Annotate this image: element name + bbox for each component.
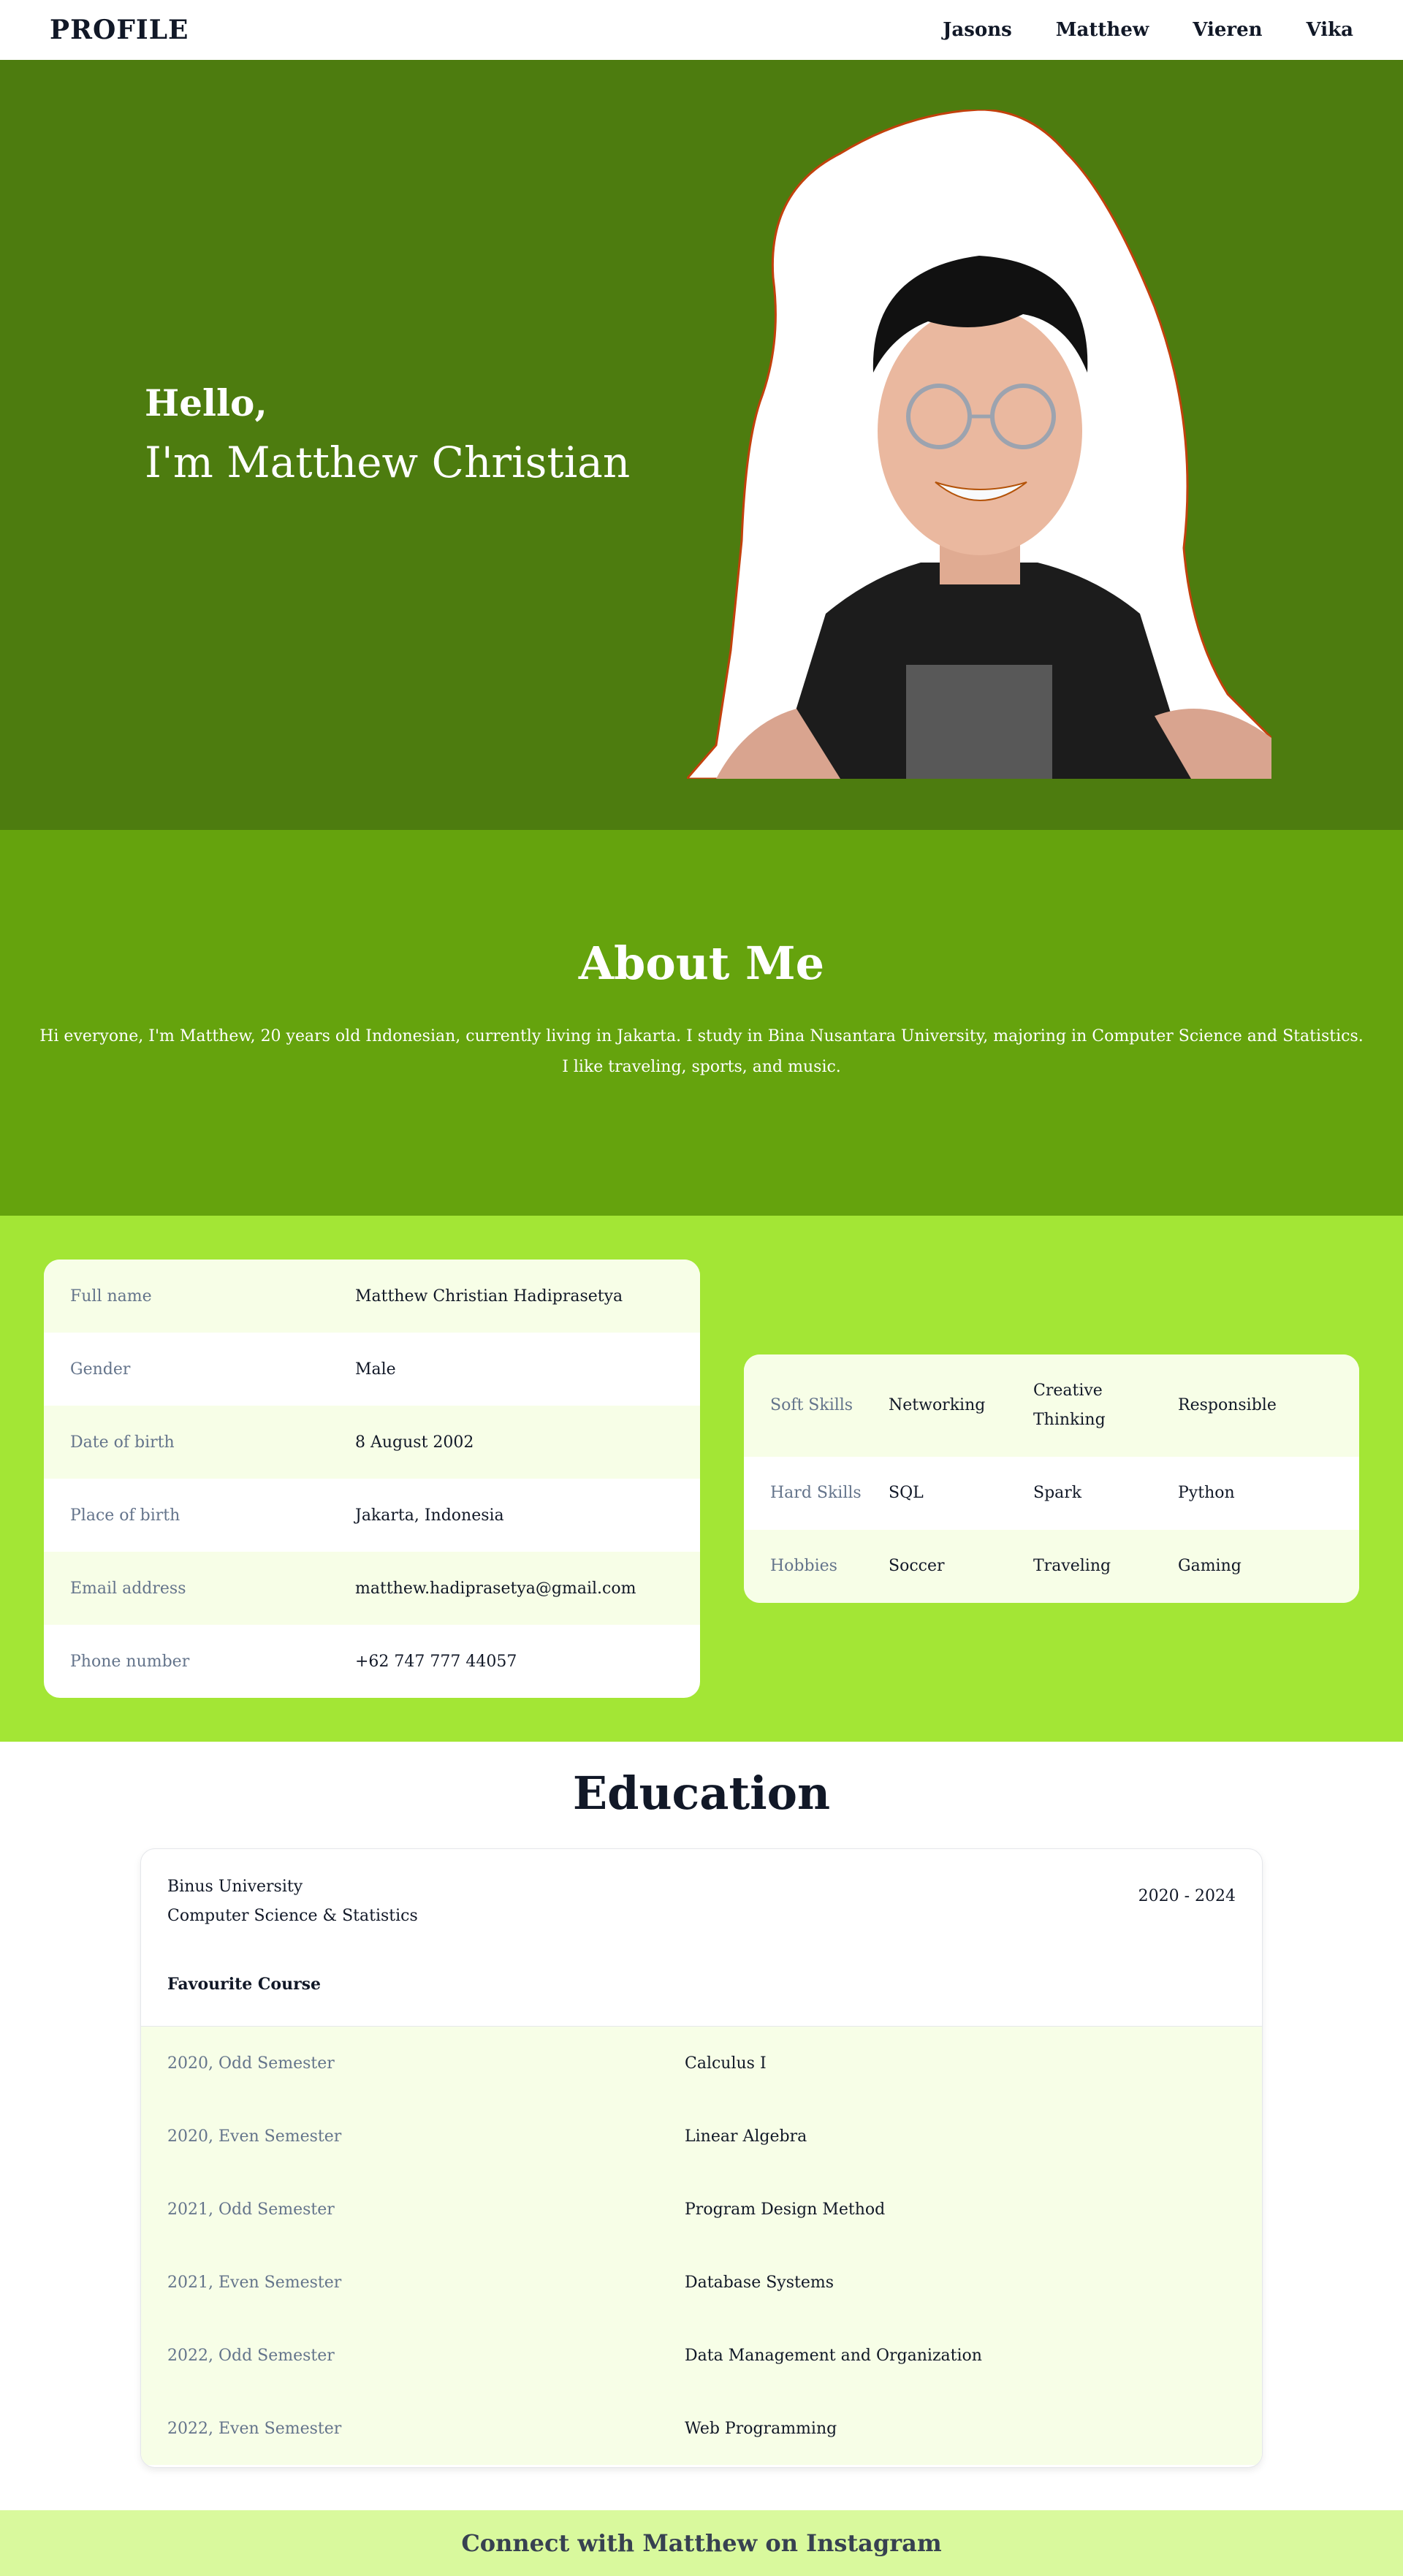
personal-value: 8 August 2002 — [355, 1433, 474, 1452]
skill-item: Python — [1178, 1484, 1235, 1502]
personal-label: Email address — [70, 1579, 186, 1598]
school-major: Computer Science & Statistics — [167, 1907, 418, 1925]
skills-row-hobbies: Hobbies Soccer Traveling Gaming — [744, 1530, 1359, 1603]
course-semester: 2020, Even Semester — [167, 2127, 342, 2146]
personal-label: Date of birth — [70, 1433, 175, 1452]
personal-label: Phone number — [70, 1652, 190, 1671]
skill-item: Responsible — [1178, 1396, 1277, 1414]
course-row: 2021, Odd Semester Program Design Method — [141, 2173, 1262, 2246]
skills-label: Soft Skills — [770, 1396, 853, 1414]
personal-value: +62 747 777 44057 — [355, 1652, 517, 1671]
personal-label: Full name — [70, 1287, 152, 1306]
hobby-item: Traveling — [1033, 1557, 1111, 1575]
course-semester: 2020, Odd Semester — [167, 2054, 335, 2073]
course-semester: 2021, Even Semester — [167, 2273, 342, 2292]
course-row: 2022, Even Semester Web Programming — [141, 2392, 1262, 2465]
personal-info-card: Full name Matthew Christian Hadiprasetya… — [44, 1260, 700, 1698]
course-list: 2020, Odd Semester Calculus I 2020, Even… — [141, 2026, 1262, 2465]
skill-item: Spark — [1033, 1484, 1082, 1502]
education-school-block: Binus University Computer Science & Stat… — [167, 1872, 418, 1931]
course-row: 2022, Odd Semester Data Management and O… — [141, 2319, 1262, 2392]
favourite-course-title: Favourite Course — [167, 1975, 322, 1994]
course-semester: 2021, Odd Semester — [167, 2200, 335, 2219]
about-title: About Me — [578, 937, 825, 990]
personal-row: Full name Matthew Christian Hadiprasetya — [44, 1260, 700, 1333]
hero-name: I'm Matthew Christian — [145, 438, 631, 487]
personal-row: Phone number +62 747 777 44057 — [44, 1625, 700, 1698]
course-row: 2020, Even Semester Linear Algebra — [141, 2100, 1262, 2173]
about-text: Hi everyone, I'm Matthew, 20 years old I… — [39, 1027, 1364, 1076]
nav-link-matthew[interactable]: Matthew — [1056, 19, 1149, 41]
education-years: 2020 - 2024 — [1138, 1887, 1236, 1905]
course-name: Data Management and Organization — [685, 2346, 982, 2365]
personal-label: Gender — [70, 1360, 131, 1379]
info-section: Full name Matthew Christian Hadiprasetya… — [0, 1216, 1403, 1742]
skills-row-hard: Hard Skills SQL Spark Python — [744, 1457, 1359, 1530]
skills-card: Soft Skills Networking Creative Thinking… — [744, 1354, 1359, 1603]
nav-links: Jasons Matthew Vieren Vika — [943, 19, 1353, 41]
course-row: 2020, Odd Semester Calculus I — [141, 2027, 1262, 2100]
nav-link-vika[interactable]: Vika — [1307, 19, 1353, 41]
personal-value: Male — [355, 1360, 396, 1379]
personal-row: Date of birth 8 August 2002 — [44, 1406, 700, 1479]
course-row: 2021, Even Semester Database Systems — [141, 2246, 1262, 2319]
personal-row: Gender Male — [44, 1333, 700, 1406]
hero-section: Hello, I'm Matthew Christian — [0, 60, 1403, 830]
course-name: Program Design Method — [685, 2200, 886, 2219]
about-section: About Me Hi everyone, I'm Matthew, 20 ye… — [0, 830, 1403, 1216]
personal-value: matthew.hadiprasetya@gmail.com — [355, 1579, 636, 1598]
hobby-item: Soccer — [889, 1557, 945, 1575]
skills-label: Hard Skills — [770, 1484, 862, 1502]
course-name: Web Programming — [685, 2419, 837, 2438]
skill-item: SQL — [889, 1484, 924, 1502]
course-semester: 2022, Odd Semester — [167, 2346, 335, 2365]
personal-row: Place of birth Jakarta, Indonesia — [44, 1479, 700, 1552]
course-name: Calculus I — [685, 2054, 767, 2073]
footer: Connect with Matthew on Instagram — [0, 2510, 1403, 2576]
skill-item: Creative Thinking — [1033, 1382, 1106, 1429]
skill-item: Networking — [889, 1396, 986, 1414]
hero-greeting: Hello, — [145, 381, 267, 424]
brand-logo[interactable]: PROFILE — [50, 15, 189, 45]
personal-value: Jakarta, Indonesia — [355, 1506, 504, 1525]
course-name: Linear Algebra — [685, 2127, 807, 2146]
school-name: Binus University — [167, 1878, 303, 1896]
navbar: PROFILE Jasons Matthew Vieren Vika — [0, 0, 1403, 60]
education-title: Education — [572, 1767, 831, 1820]
personal-label: Place of birth — [70, 1506, 180, 1525]
education-card: Binus University Computer Science & Stat… — [140, 1848, 1263, 2468]
nav-link-vieren[interactable]: Vieren — [1193, 19, 1262, 41]
skills-row-soft: Soft Skills Networking Creative Thinking… — [744, 1354, 1359, 1457]
profile-photo — [687, 110, 1271, 779]
hobby-item: Gaming — [1178, 1557, 1242, 1575]
personal-row: Email address matthew.hadiprasetya@gmail… — [44, 1552, 700, 1625]
course-semester: 2022, Even Semester — [167, 2419, 342, 2438]
instagram-link[interactable]: Connect with Matthew on Instagram — [461, 2529, 941, 2557]
nav-link-jasons[interactable]: Jasons — [943, 19, 1012, 41]
skills-label: Hobbies — [770, 1557, 837, 1575]
hero-text: Hello, I'm Matthew Christian — [145, 381, 630, 490]
course-name: Database Systems — [685, 2273, 834, 2292]
personal-value: Matthew Christian Hadiprasetya — [355, 1287, 623, 1306]
